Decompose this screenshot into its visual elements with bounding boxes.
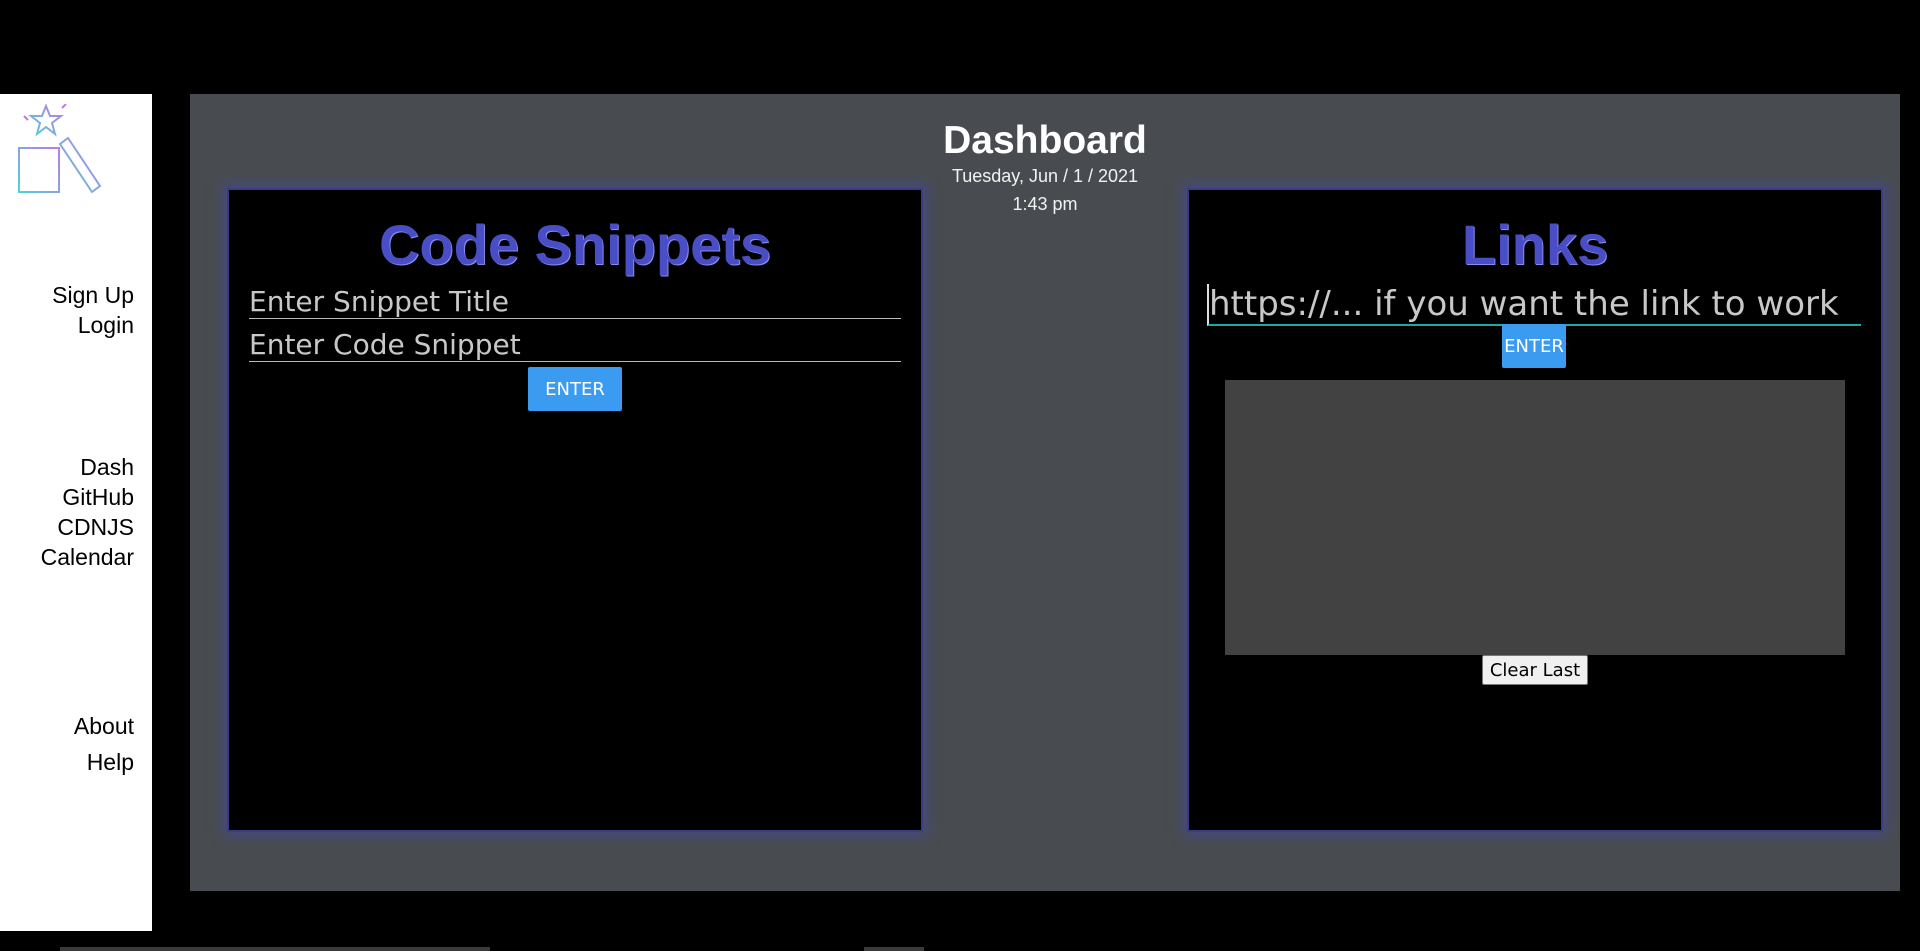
code-snippets-card: Code Snippets ENTER [227, 188, 923, 832]
link-url-input[interactable] [1207, 284, 1861, 326]
code-snippets-title: Code Snippets [378, 213, 772, 276]
sidebar-item-cdnjs[interactable]: CDNJS [41, 512, 134, 542]
help-link[interactable]: Help [74, 744, 134, 780]
horizontal-scrollbar[interactable] [60, 947, 490, 951]
sidebar-item-dash[interactable]: Dash [41, 452, 134, 482]
links-list [1225, 380, 1845, 655]
logo-icon [16, 103, 104, 200]
info-links: About Help [74, 708, 134, 780]
scrollbar-segment [864, 947, 924, 951]
dashboard-panel: Dashboard Tuesday, Jun / 1 / 2021 1:43 p… [190, 94, 1900, 891]
nav-links: Dash GitHub CDNJS Calendar [41, 452, 134, 572]
about-link[interactable]: About [74, 708, 134, 744]
links-card: Links ENTER Clear Last [1187, 188, 1883, 832]
page-title: Dashboard [943, 119, 1147, 162]
login-link[interactable]: Login [52, 310, 134, 340]
sign-up-link[interactable]: Sign Up [52, 280, 134, 310]
snippet-code-input[interactable] [249, 327, 901, 362]
sidebar: Sign Up Login Dash GitHub CDNJS Calendar… [0, 94, 152, 931]
links-title: Links [1461, 213, 1609, 276]
sidebar-item-calendar[interactable]: Calendar [41, 542, 134, 572]
snippet-enter-button[interactable]: ENTER [528, 367, 622, 411]
snippet-title-input[interactable] [249, 284, 901, 319]
link-enter-button[interactable]: ENTER [1502, 324, 1566, 368]
clear-last-button[interactable]: Clear Last [1482, 655, 1588, 685]
current-date: Tuesday, Jun / 1 / 2021 [951, 166, 1139, 186]
auth-links: Sign Up Login [52, 280, 134, 340]
sidebar-item-github[interactable]: GitHub [41, 482, 134, 512]
